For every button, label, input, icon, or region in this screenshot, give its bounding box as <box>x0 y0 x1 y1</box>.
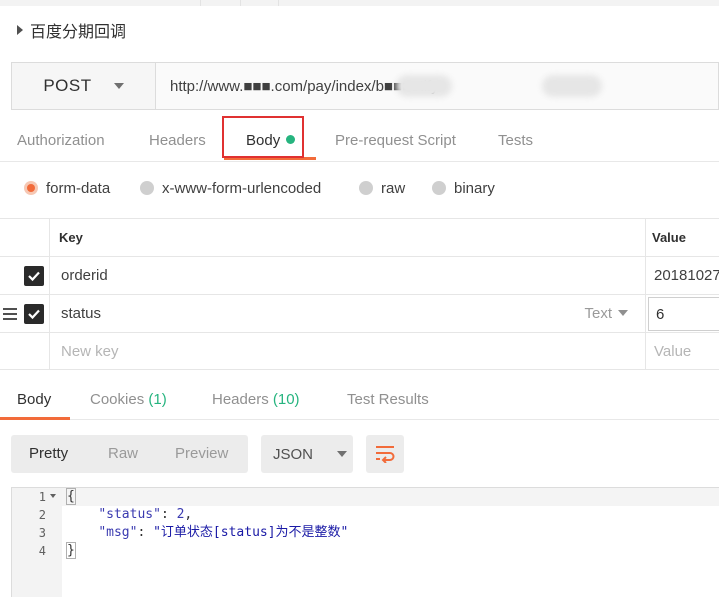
tab-prerequest-script[interactable]: Pre-request Script <box>335 118 456 162</box>
tab-authorization[interactable]: Authorization <box>17 118 105 162</box>
param-key[interactable]: orderid <box>61 257 108 295</box>
radio-binary-label: binary <box>454 179 495 197</box>
tab-body-label: Body <box>246 132 281 149</box>
json-key: "status" <box>98 507 161 522</box>
param-type-dropdown[interactable]: Text <box>584 295 628 333</box>
method-dropdown[interactable]: POST <box>12 63 156 109</box>
tab-divider <box>200 0 201 6</box>
radio-selected-icon <box>24 181 38 195</box>
chevron-down-icon <box>618 310 628 316</box>
wrap-lines-icon <box>376 446 395 463</box>
radio-binary[interactable]: binary <box>432 168 495 208</box>
caret-right-icon[interactable] <box>17 25 23 35</box>
view-mode-segmented: Pretty Raw Preview <box>11 435 248 473</box>
resp-tab-cookies[interactable]: Cookies (1) <box>90 380 167 420</box>
value-column-header: Value <box>652 230 686 245</box>
column-divider <box>49 218 50 370</box>
drag-handle-icon[interactable] <box>3 308 17 320</box>
top-tab-strip <box>0 0 719 6</box>
line-number-gutter: 1 2 3 4 <box>12 488 62 597</box>
radio-unselected-icon <box>359 181 373 195</box>
body-modified-dot-icon <box>286 135 296 144</box>
radio-raw[interactable]: raw <box>359 168 405 208</box>
resp-tab-body[interactable]: Body <box>17 380 51 420</box>
tab-headers[interactable]: Headers <box>149 118 206 162</box>
cookies-count: (1) <box>148 391 167 408</box>
new-key-placeholder[interactable]: New key <box>61 333 119 371</box>
code-line: } <box>66 542 76 560</box>
method-label: POST <box>43 76 92 95</box>
line-number: 4 <box>38 544 46 558</box>
url-bar: POST <box>11 62 719 110</box>
redacted-blur <box>396 75 452 97</box>
open-brace: { <box>66 488 76 505</box>
radio-unselected-icon <box>432 181 446 195</box>
view-pretty-button[interactable]: Pretty <box>29 435 68 473</box>
code-line: "status": 2, <box>98 507 193 522</box>
body-mode-radio-group: form-data x-www-form-urlencoded raw bina… <box>0 168 719 208</box>
param-key[interactable]: status <box>61 295 101 333</box>
response-tabs: Body Cookies (1) Headers (10) Test Resul… <box>0 380 719 420</box>
tab-divider <box>240 0 241 6</box>
row-enabled-checkbox[interactable] <box>24 266 44 286</box>
radio-unselected-icon <box>140 181 154 195</box>
checkmark-icon <box>28 271 40 282</box>
request-tabs: Authorization Headers Body Pre-request S… <box>0 118 719 162</box>
view-preview-button[interactable]: Preview <box>175 435 228 473</box>
radio-raw-label: raw <box>381 179 406 197</box>
json-number: 2 <box>176 507 185 522</box>
code-line: { <box>66 488 76 506</box>
response-body-editor[interactable]: 1 2 3 4 { "status": 2, "msg": "订单状态[stat… <box>11 487 719 597</box>
json-key: "msg" <box>98 525 138 540</box>
view-raw-button[interactable]: Raw <box>108 435 138 473</box>
url-input-wrap <box>156 63 718 109</box>
radio-urlencoded[interactable]: x-www-form-urlencoded <box>140 168 321 208</box>
line-number: 1 <box>38 490 46 504</box>
active-tab-underline <box>224 157 316 160</box>
format-dropdown[interactable]: JSON <box>261 435 353 473</box>
param-type-label: Text <box>584 305 612 322</box>
code-line: "msg": "订单状态[status]为不是整数" <box>98 525 349 540</box>
redacted-blur <box>542 75 602 97</box>
fold-toggle-icon[interactable] <box>50 494 56 498</box>
tab-tests[interactable]: Tests <box>498 118 533 162</box>
resp-tab-headers-label: Headers <box>212 391 269 408</box>
new-value-placeholder[interactable]: Value <box>654 333 691 371</box>
resp-tab-cookies-label: Cookies <box>90 391 145 408</box>
param-value-input[interactable] <box>648 297 719 331</box>
checkmark-icon <box>28 309 40 320</box>
line-number: 3 <box>38 526 46 540</box>
tab-body[interactable]: Body <box>246 118 296 162</box>
request-name-row[interactable]: 百度分期回调 <box>0 14 126 46</box>
column-divider <box>645 218 646 370</box>
resp-active-tab-underline <box>0 417 70 420</box>
param-value[interactable]: 20181027 <box>654 257 719 295</box>
request-name: 百度分期回调 <box>30 22 127 41</box>
close-brace: } <box>66 542 76 559</box>
resp-tab-headers[interactable]: Headers (10) <box>212 380 300 420</box>
tab-divider <box>278 0 279 6</box>
table-row: orderid 20181027 <box>0 257 719 295</box>
chevron-down-icon <box>113 83 124 89</box>
active-line-highlight <box>62 488 719 506</box>
params-table: Key Value orderid 20181027 status Text N… <box>0 218 719 370</box>
json-string: "订单状态[status]为不是整数" <box>153 525 349 540</box>
key-column-header: Key <box>59 230 83 245</box>
radio-form-data[interactable]: form-data <box>24 168 110 208</box>
table-row-new: New key Value <box>0 333 719 370</box>
radio-form-data-label: form-data <box>46 179 111 197</box>
row-enabled-checkbox[interactable] <box>24 304 44 324</box>
table-row: status Text <box>0 295 719 333</box>
resp-tab-test-results[interactable]: Test Results <box>347 380 429 420</box>
headers-count: (10) <box>272 391 300 408</box>
line-number: 2 <box>38 508 46 522</box>
radio-urlencoded-label: x-www-form-urlencoded <box>162 179 322 197</box>
wrap-lines-button[interactable] <box>366 435 404 473</box>
table-header-row: Key Value <box>0 219 719 257</box>
chevron-down-icon <box>337 451 348 457</box>
format-label: JSON <box>273 445 314 463</box>
